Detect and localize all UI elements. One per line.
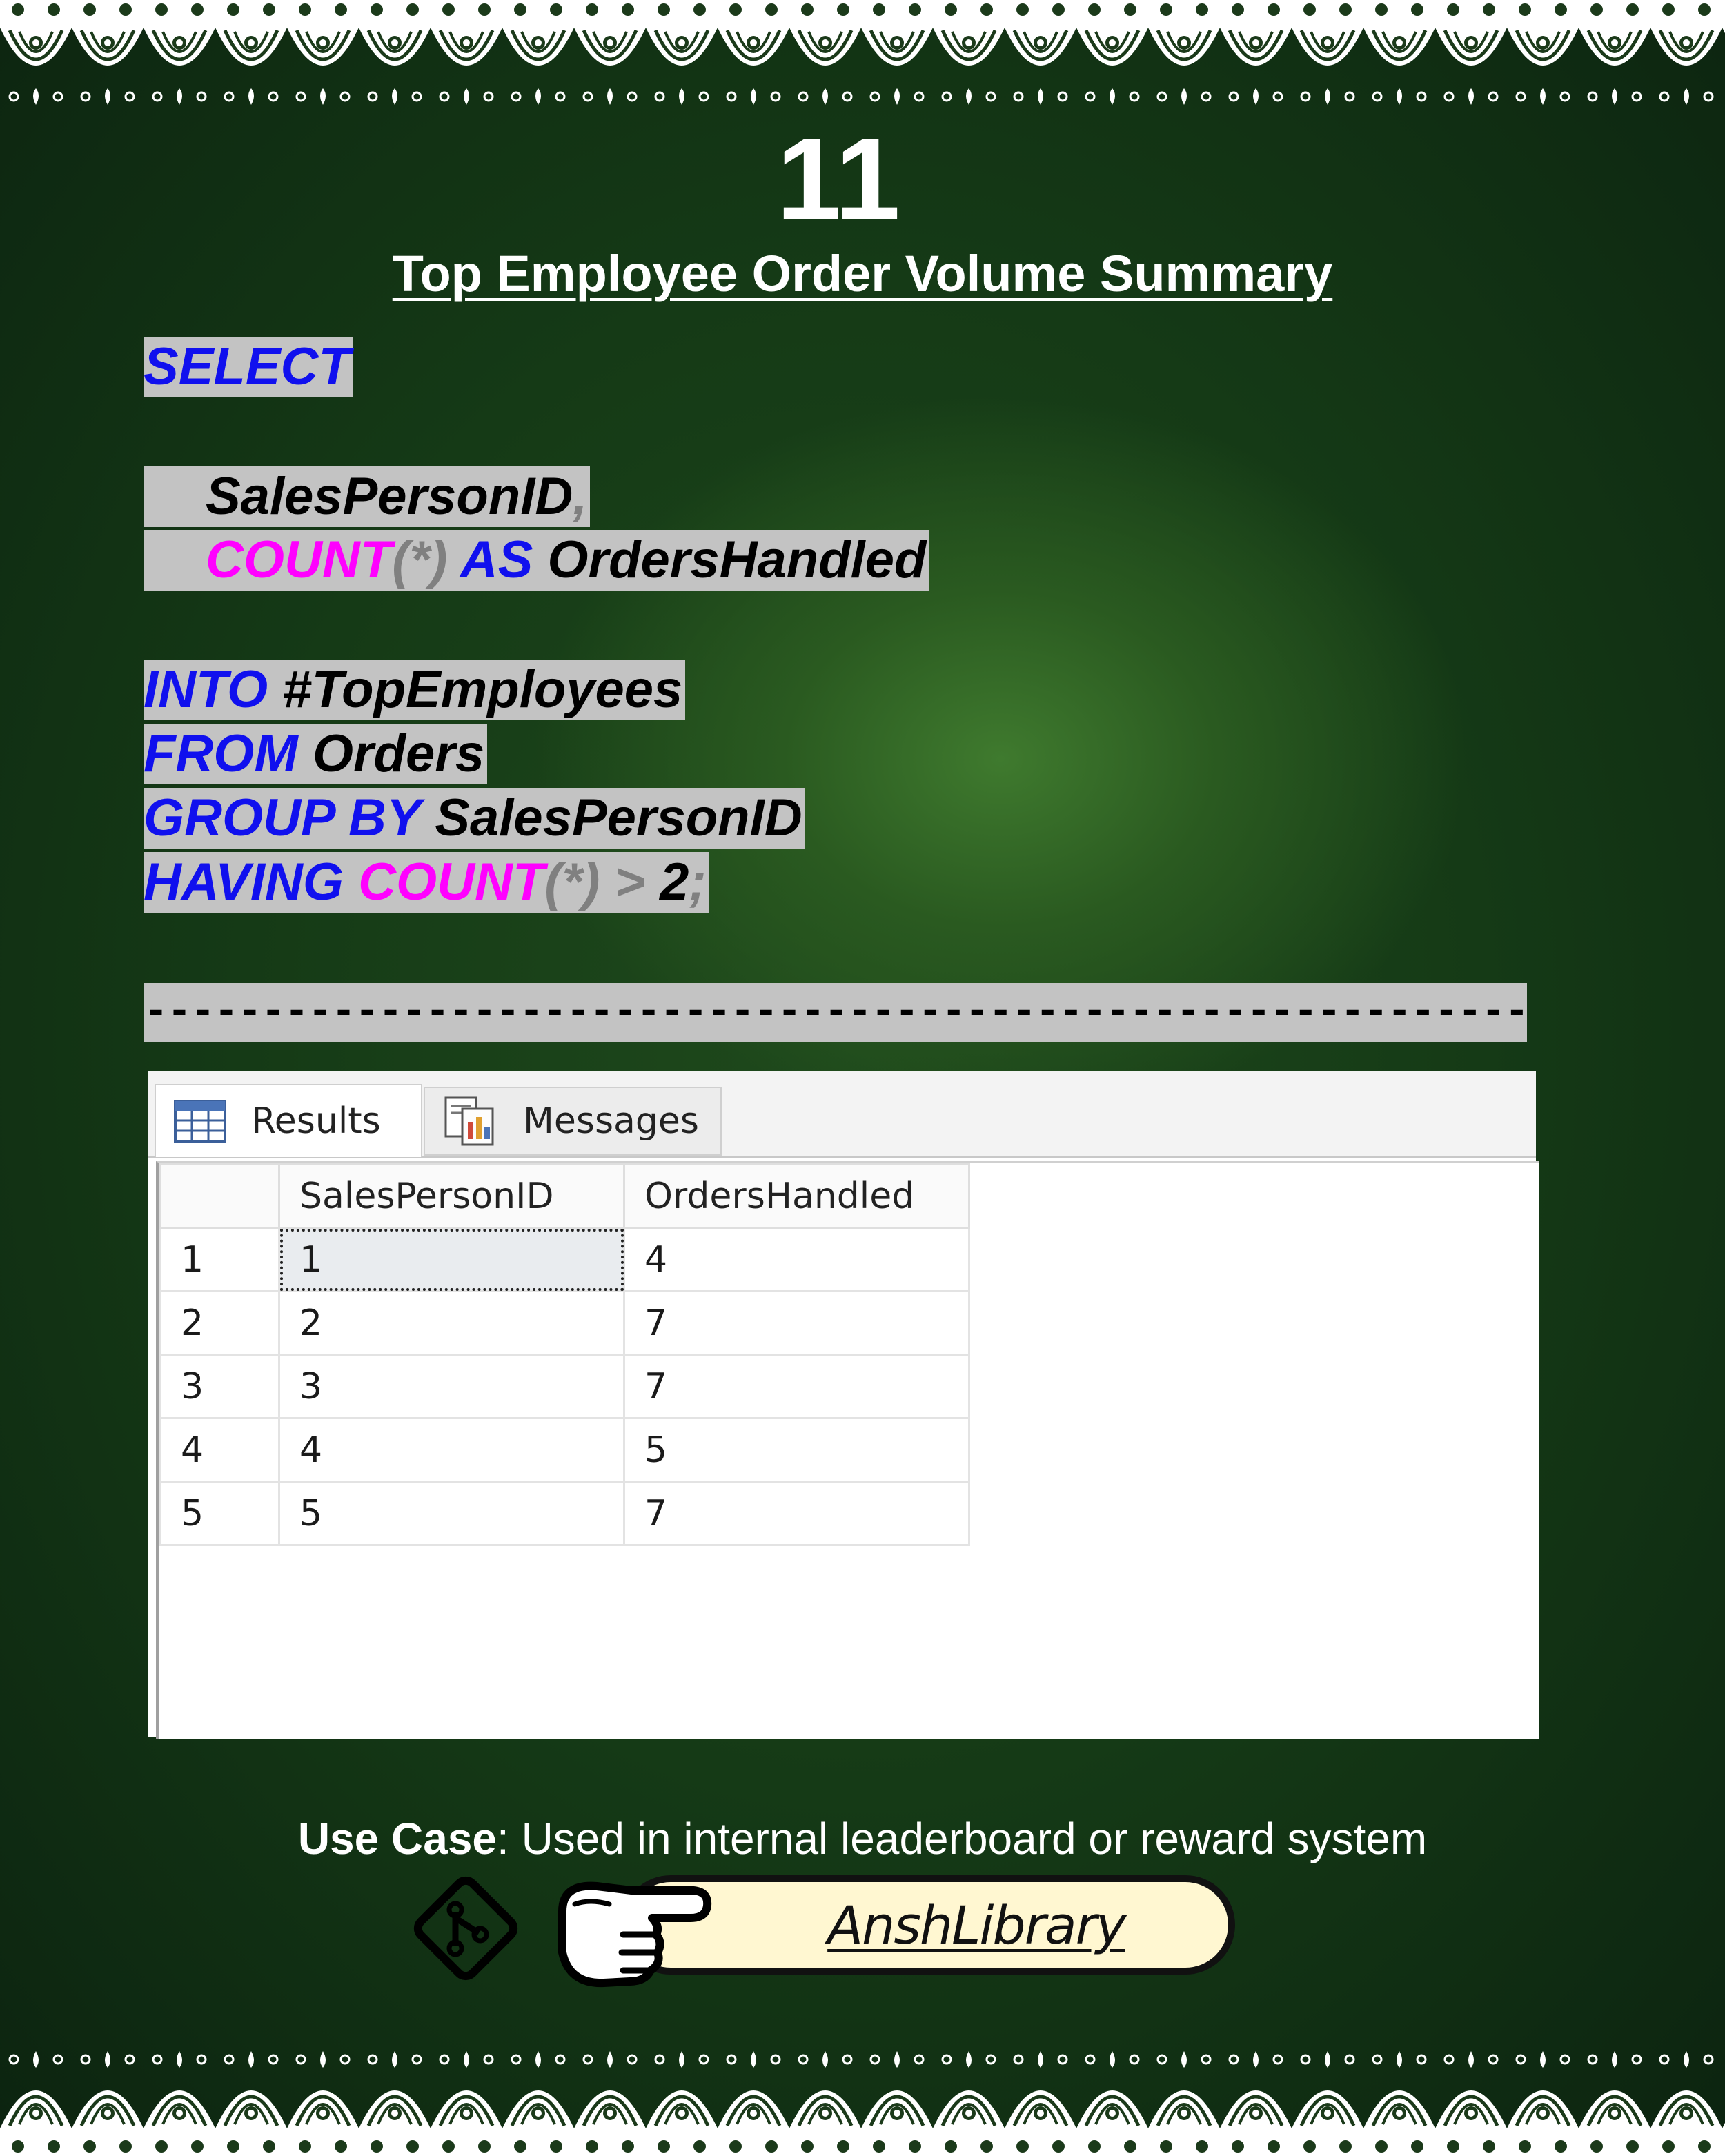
threshold-value: 2: [660, 853, 689, 911]
pointing-hand-icon: [558, 1881, 712, 1988]
cell-salespersonid[interactable]: 1: [278, 1227, 625, 1292]
row-number[interactable]: 5: [159, 1481, 280, 1546]
keyword-as: AS: [460, 531, 533, 589]
tab-results-label: Results: [251, 1100, 381, 1142]
table-row[interactable]: 2 2 7: [159, 1290, 970, 1356]
cell-ordershandled[interactable]: 7: [623, 1481, 970, 1546]
cell-salespersonid[interactable]: 5: [278, 1481, 625, 1546]
temp-table-name: #TopEmployees: [282, 660, 683, 719]
cell-ordershandled[interactable]: 5: [623, 1417, 970, 1483]
row-number-header: [159, 1163, 280, 1229]
cell-salespersonid[interactable]: 2: [278, 1290, 625, 1356]
messages-icon: [444, 1096, 494, 1146]
code-line-having: HAVING COUNT(*) > 2;: [144, 852, 709, 913]
results-table: SalesPersonID OrdersHandled 1 1 4 2 2 7 …: [159, 1163, 970, 1546]
code-line-select: SELECT: [144, 337, 353, 397]
cell-salespersonid[interactable]: 4: [278, 1417, 625, 1483]
column-salespersonid: SalesPersonID: [206, 467, 573, 526]
table-row[interactable]: 4 4 5: [159, 1417, 970, 1483]
alias-ordershandled: OrdersHandled: [547, 531, 927, 589]
keyword-from: FROM: [144, 724, 298, 783]
row-number[interactable]: 2: [159, 1290, 280, 1356]
row-number[interactable]: 1: [159, 1227, 280, 1292]
keyword-into: INTO: [144, 660, 268, 719]
comma: ,: [573, 467, 588, 526]
page-title: Top Employee Order Volume Summary: [392, 245, 1333, 302]
code-line-count: COUNT(*) AS OrdersHandled: [144, 530, 929, 591]
row-number[interactable]: 4: [159, 1417, 280, 1483]
results-tabbar: Results Messages: [148, 1071, 1536, 1158]
code-line-from: FROM Orders: [144, 724, 488, 784]
ornamental-border-top: [0, 0, 1725, 117]
use-case-text: Use Case: Used in internal leaderboard o…: [0, 1808, 1725, 1870]
row-number[interactable]: 3: [159, 1354, 280, 1419]
table-row[interactable]: 5 5 7: [159, 1481, 970, 1546]
having-star: (*): [544, 853, 600, 911]
cell-ordershandled[interactable]: 4: [623, 1227, 970, 1292]
tab-messages-label: Messages: [523, 1100, 699, 1142]
tab-results[interactable]: Results: [155, 1084, 422, 1157]
table-row[interactable]: 1 1 4: [159, 1227, 970, 1292]
code-line-into: INTO #TopEmployees: [144, 660, 686, 720]
operator-gt: >: [614, 853, 645, 911]
grid-icon: [174, 1100, 226, 1143]
function-count: COUNT: [206, 531, 393, 589]
cell-salespersonid[interactable]: 3: [278, 1354, 625, 1419]
library-name: AnshLibrary: [827, 1894, 1127, 1956]
results-panel: Results Messages SalesPersonID OrdersHan…: [148, 1071, 1539, 1739]
keyword-having: HAVING: [144, 853, 344, 911]
page-number: 11: [776, 114, 900, 245]
ornamental-border-bottom: [0, 2039, 1725, 2156]
group-column: SalesPersonID: [435, 789, 802, 847]
use-case-description: : Used in internal leaderboard or reward…: [497, 1814, 1428, 1863]
results-grid: SalesPersonID OrdersHandled 1 1 4 2 2 7 …: [156, 1161, 1539, 1739]
git-icon[interactable]: [407, 1870, 524, 1987]
keyword-group-by: GROUP BY: [144, 789, 421, 847]
semicolon: ;: [689, 853, 707, 911]
function-count-having: COUNT: [358, 853, 545, 911]
use-case-label: Use Case: [297, 1814, 497, 1863]
separator-line: ----------------------------------------…: [144, 983, 1527, 1042]
table-orders: Orders: [312, 724, 485, 783]
cell-ordershandled[interactable]: 7: [623, 1354, 970, 1419]
count-star: (*): [392, 531, 448, 589]
code-line-column: SalesPersonID,: [144, 466, 591, 527]
table-row[interactable]: 3 3 7: [159, 1354, 970, 1419]
column-header-salespersonid[interactable]: SalesPersonID: [278, 1163, 625, 1229]
keyword-select: SELECT: [144, 337, 351, 396]
cell-ordershandled[interactable]: 7: [623, 1290, 970, 1356]
column-header-ordershandled[interactable]: OrdersHandled: [623, 1163, 970, 1229]
code-line-group-by: GROUP BY SalesPersonID: [144, 788, 805, 849]
table-header-row: SalesPersonID OrdersHandled: [159, 1163, 970, 1229]
tab-messages[interactable]: Messages: [424, 1087, 722, 1156]
